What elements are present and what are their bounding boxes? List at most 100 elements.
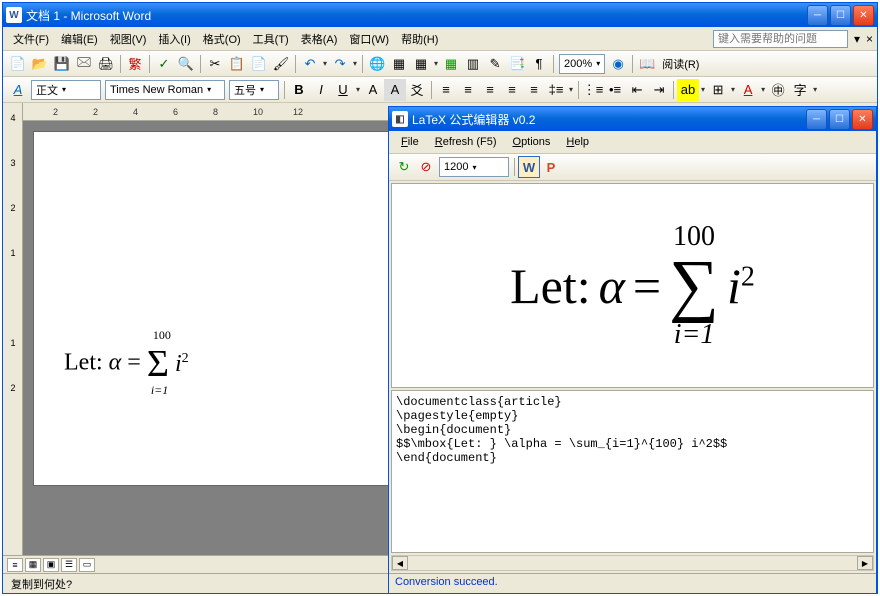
zoom-combo[interactable]: 1200▾ (439, 157, 509, 177)
menu-view[interactable]: 视图(V) (104, 28, 153, 50)
scroll-right-icon[interactable]: ▶ (857, 556, 873, 570)
char-shading-button[interactable]: A (384, 79, 406, 101)
scroll-left-icon[interactable]: ◀ (392, 556, 408, 570)
justify-button[interactable]: ≡ (501, 79, 523, 101)
latex-titlebar[interactable]: ◧ LaTeX 公式编辑器 v0.2 ─ ☐ ✕ (389, 107, 876, 131)
menu-file[interactable]: File (395, 134, 425, 150)
latex-source-input[interactable]: \documentclass{article} \pagestyle{empty… (391, 390, 874, 553)
menu-refresh[interactable]: Refresh (F5) (429, 134, 503, 150)
stop-button[interactable]: ⊘ (415, 156, 437, 178)
undo-dropdown-icon[interactable]: ▾ (321, 59, 329, 68)
excel-button[interactable]: ▦ (440, 53, 462, 75)
export-word-button[interactable]: W (518, 156, 540, 178)
save-button[interactable]: 💾 (51, 53, 73, 75)
cut-button[interactable]: ✂ (204, 53, 226, 75)
docmap-button[interactable]: 📑 (506, 53, 528, 75)
table-dropdown-icon[interactable]: ▾ (432, 59, 440, 68)
word-titlebar[interactable]: W 文档 1 - Microsoft Word ─ ☐ ✕ (3, 3, 877, 27)
help-search-input[interactable] (713, 30, 848, 48)
numbered-list-button[interactable]: ⋮≡ (582, 79, 604, 101)
maximize-button[interactable]: ☐ (829, 109, 850, 130)
tables-borders-button[interactable]: ▦ (388, 53, 410, 75)
phonetic-button[interactable]: 爻 (406, 79, 428, 101)
align-right-button[interactable]: ≡ (479, 79, 501, 101)
font-color-button[interactable]: A (737, 79, 759, 101)
spacing-dropdown-icon[interactable]: ▾ (567, 85, 575, 94)
drawing-button[interactable]: ✎ (484, 53, 506, 75)
web-view-button[interactable]: ▦ (25, 558, 41, 572)
read-label[interactable]: 阅读(R) (658, 56, 703, 72)
menu-edit[interactable]: 编辑(E) (55, 28, 104, 50)
print-button[interactable]: 🖨 (95, 53, 117, 75)
align-center-button[interactable]: ≡ (457, 79, 479, 101)
styles-pane-button[interactable]: A (7, 79, 29, 101)
increase-indent-button[interactable]: ⇥ (648, 79, 670, 101)
columns-button[interactable]: ▥ (462, 53, 484, 75)
close-button[interactable]: ✕ (852, 109, 873, 130)
line-spacing-button[interactable]: ‡≡ (545, 79, 567, 101)
menu-format[interactable]: 格式(O) (197, 28, 247, 50)
research-button[interactable]: 🔍 (175, 53, 197, 75)
border-dropdown-icon[interactable]: ▾ (729, 85, 737, 94)
outline-view-button[interactable]: ☰ (61, 558, 77, 572)
menu-help[interactable]: Help (560, 134, 595, 150)
insert-table-button[interactable]: ▦ (410, 53, 432, 75)
show-marks-button[interactable]: ¶ (528, 53, 550, 75)
highlight-dropdown-icon[interactable]: ▾ (699, 85, 707, 94)
asian-layout-button[interactable]: ㊥ (767, 79, 789, 101)
asian-dropdown-icon[interactable]: ▾ (811, 85, 819, 94)
new-doc-button[interactable]: 📄 (7, 53, 29, 75)
copy-button[interactable]: 📋 (226, 53, 248, 75)
format-painter-button[interactable]: 🖌 (270, 53, 292, 75)
maximize-button[interactable]: ☐ (830, 5, 851, 26)
paste-button[interactable]: 📄 (248, 53, 270, 75)
help-button[interactable]: ◉ (607, 53, 629, 75)
menu-tools[interactable]: 工具(T) (247, 28, 295, 50)
hyperlink-button[interactable]: 🌐 (366, 53, 388, 75)
close-button[interactable]: ✕ (853, 5, 874, 26)
decrease-indent-button[interactable]: ⇤ (626, 79, 648, 101)
asian-layout2-button[interactable]: 字 (789, 79, 811, 101)
menu-insert[interactable]: 插入(I) (152, 28, 196, 50)
italic-button[interactable]: I (310, 79, 332, 101)
redo-button[interactable]: ↷ (329, 53, 351, 75)
trad-simp-button[interactable]: 繁 (124, 53, 146, 75)
size-combo[interactable]: 五号▾ (229, 80, 279, 100)
fontcolor-dropdown-icon[interactable]: ▾ (759, 85, 767, 94)
normal-view-button[interactable]: ≡ (7, 558, 23, 572)
align-left-button[interactable]: ≡ (435, 79, 457, 101)
font-combo[interactable]: Times New Roman▾ (105, 80, 225, 100)
underline-button[interactable]: U (332, 79, 354, 101)
style-combo[interactable]: 正文▾ (31, 80, 101, 100)
help-dropdown-icon[interactable]: ▾ (854, 32, 860, 46)
minimize-button[interactable]: ─ (807, 5, 828, 26)
open-button[interactable]: 📂 (29, 53, 51, 75)
minimize-button[interactable]: ─ (806, 109, 827, 130)
char-border-button[interactable]: A (362, 79, 384, 101)
formula-object[interactable]: Let: α = 100 Σ i=1 i2 (64, 342, 362, 386)
menu-help[interactable]: 帮助(H) (395, 28, 444, 50)
menubar-close-icon[interactable]: × (866, 32, 873, 46)
ruler-vertical[interactable]: 4 3 2 1 1 2 (3, 103, 23, 555)
menu-file[interactable]: 文件(F) (7, 28, 55, 50)
permission-button[interactable]: 🖂 (73, 53, 95, 75)
bold-button[interactable]: B (288, 79, 310, 101)
book-icon[interactable]: 📖 (636, 53, 658, 75)
zoom-combo[interactable]: 200%▾ (559, 54, 605, 74)
menu-table[interactable]: 表格(A) (295, 28, 344, 50)
undo-button[interactable]: ↶ (299, 53, 321, 75)
redo-dropdown-icon[interactable]: ▾ (351, 59, 359, 68)
highlight-button[interactable]: ab (677, 79, 699, 101)
spellcheck-button[interactable]: ✓ (153, 53, 175, 75)
distribute-button[interactable]: ≡ (523, 79, 545, 101)
print-view-button[interactable]: ▣ (43, 558, 59, 572)
menu-window[interactable]: 窗口(W) (343, 28, 395, 50)
bullet-list-button[interactable]: •≡ (604, 79, 626, 101)
underline-dropdown-icon[interactable]: ▾ (354, 85, 362, 94)
reading-view-button[interactable]: ▭ (79, 558, 95, 572)
menu-options[interactable]: Options (507, 134, 557, 150)
horizontal-scrollbar[interactable]: ◀ ▶ (391, 555, 874, 571)
refresh-button[interactable]: ↻ (393, 156, 415, 178)
export-ppt-button[interactable]: P (540, 156, 562, 178)
border-button[interactable]: ⊞ (707, 79, 729, 101)
